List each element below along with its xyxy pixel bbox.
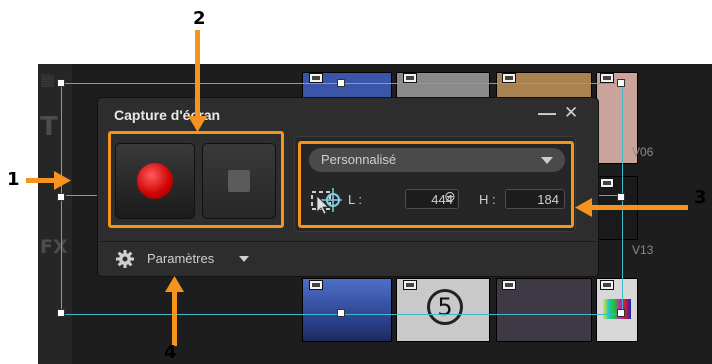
callout-arrows <box>26 30 688 346</box>
callout-number-3: 3 <box>694 187 707 208</box>
callout-number-2: 2 <box>193 8 206 29</box>
callout-number-4: 4 <box>164 342 177 363</box>
callout-number-1: 1 <box>7 169 20 190</box>
